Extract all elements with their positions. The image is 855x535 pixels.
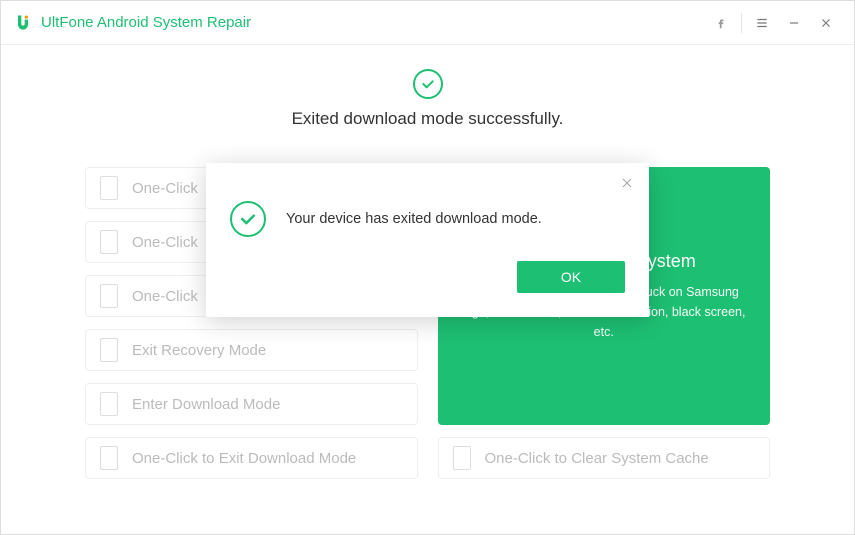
exit-download-mode-button[interactable]: One-Click to Exit Download Mode	[85, 437, 418, 479]
titlebar: UltFone Android System Repair	[1, 1, 854, 45]
modal-body: Your device has exited download mode.	[230, 201, 625, 237]
option-label: Exit Recovery Mode	[132, 342, 266, 359]
phone-icon	[100, 446, 118, 470]
facebook-icon[interactable]	[705, 1, 737, 45]
option-label: Enter Download Mode	[132, 396, 280, 413]
phone-icon	[100, 284, 118, 308]
phone-icon	[100, 392, 118, 416]
modal-dialog: Your device has exited download mode. OK	[206, 163, 649, 317]
separator	[741, 13, 742, 33]
modal-actions: OK	[230, 261, 625, 293]
app-logo-icon	[13, 13, 33, 33]
title-right	[705, 1, 842, 45]
clear-cache-button[interactable]: One-Click to Clear System Cache	[438, 437, 771, 479]
phone-icon	[453, 446, 471, 470]
title-left: UltFone Android System Repair	[13, 13, 251, 33]
option-label: One-Click to Clear System Cache	[485, 450, 709, 467]
check-circle-icon	[413, 69, 443, 99]
app-title: UltFone Android System Repair	[41, 14, 251, 31]
phone-icon	[100, 230, 118, 254]
option-label: One-Click	[132, 180, 198, 197]
phone-icon	[100, 176, 118, 200]
exit-recovery-mode-button[interactable]: Exit Recovery Mode	[85, 329, 418, 371]
success-header: Exited download mode successfully.	[85, 69, 770, 129]
app-window: UltFone Android System Repair Exited dow…	[0, 0, 855, 535]
menu-icon[interactable]	[746, 1, 778, 45]
success-message: Exited download mode successfully.	[292, 109, 564, 129]
phone-icon	[100, 338, 118, 362]
enter-download-mode-button[interactable]: Enter Download Mode	[85, 383, 418, 425]
option-label: One-Click to Exit Download Mode	[132, 450, 356, 467]
modal-message: Your device has exited download mode.	[286, 211, 542, 227]
option-label: One-Click	[132, 234, 198, 251]
ok-button[interactable]: OK	[517, 261, 625, 293]
close-icon[interactable]	[617, 173, 637, 193]
close-button[interactable]	[810, 1, 842, 45]
check-circle-icon	[230, 201, 266, 237]
option-label: One-Click	[132, 288, 198, 305]
minimize-button[interactable]	[778, 1, 810, 45]
